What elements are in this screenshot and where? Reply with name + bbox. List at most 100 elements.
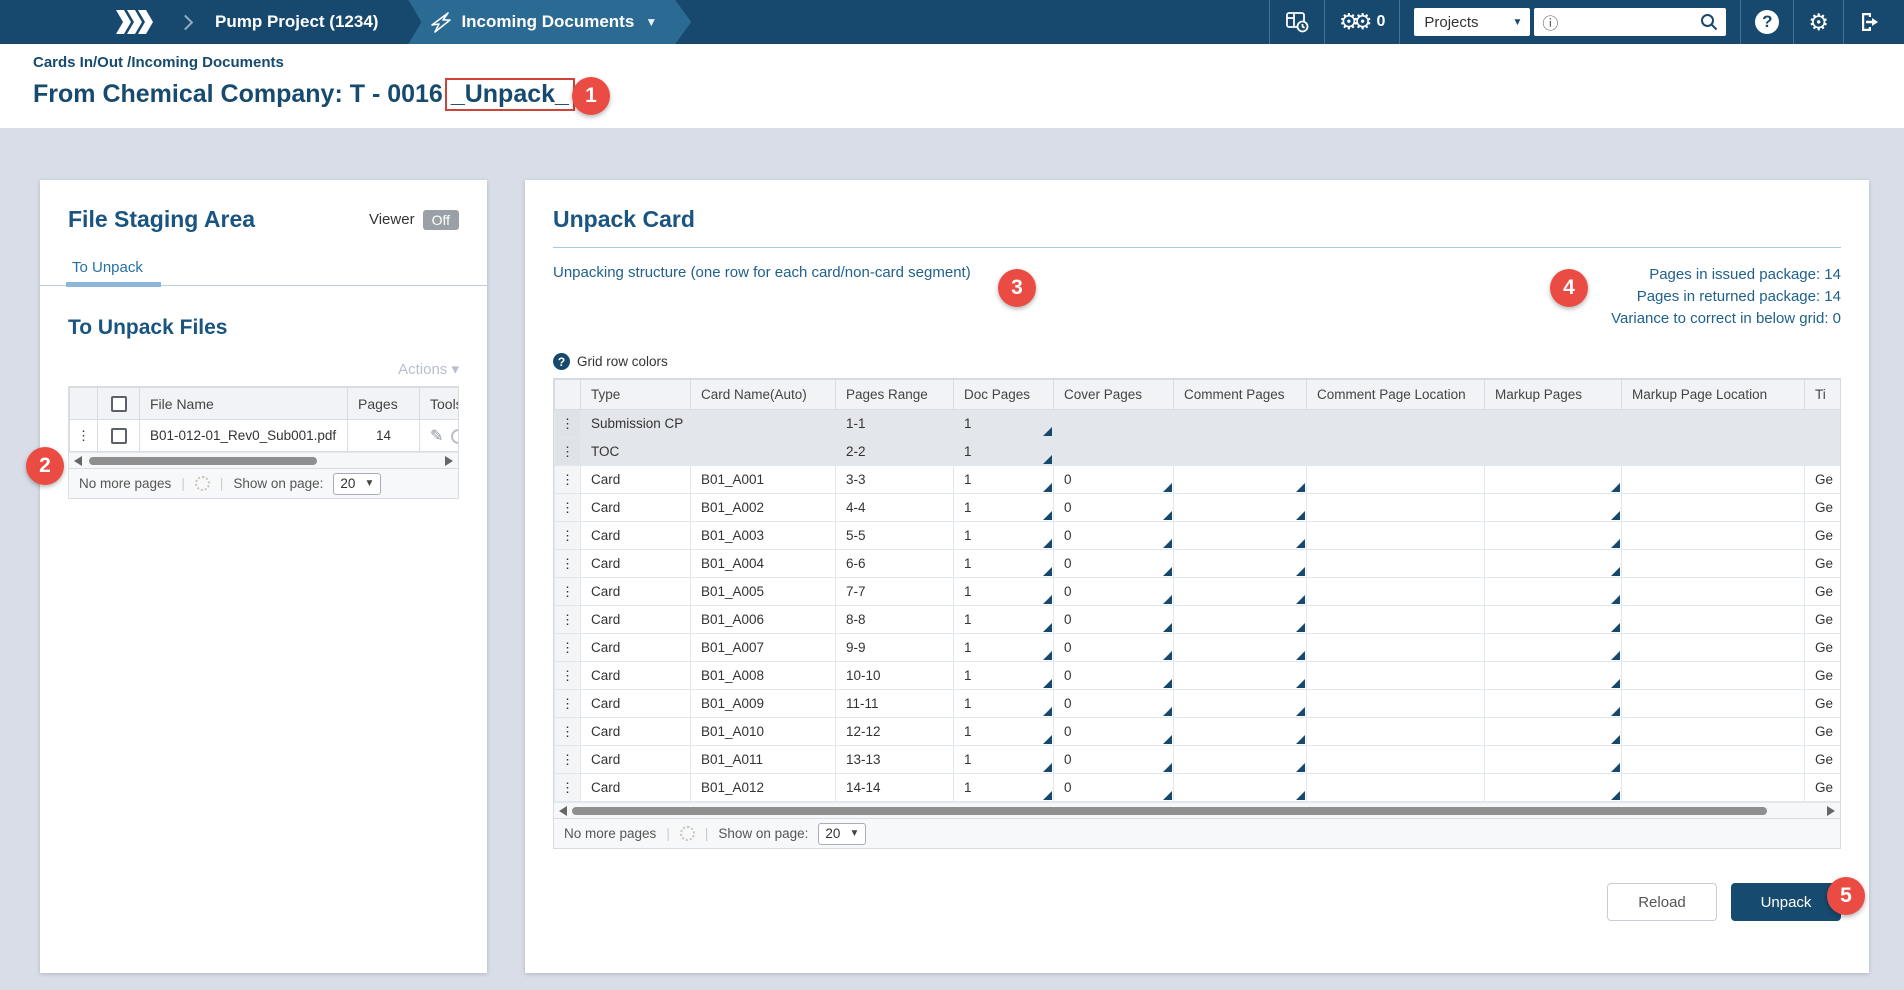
row-menu-icon[interactable]: ⋮ [69, 419, 98, 452]
grid-cell-cover_pages[interactable]: 0 [1053, 745, 1174, 775]
grid-cell-comment_pages[interactable] [1173, 745, 1307, 775]
grid-cell-doc_pages[interactable]: 1 [953, 717, 1054, 747]
grid-cell-cover_pages[interactable]: 0 [1053, 633, 1174, 663]
grid-cell-markup_pages[interactable] [1484, 717, 1622, 747]
grid-cell-comment_pages[interactable] [1173, 605, 1307, 635]
breadcrumb[interactable]: Cards In/Out /Incoming Documents [33, 54, 1904, 71]
tool-icon-clipped[interactable] [451, 429, 458, 445]
grid-cell-markup_pages[interactable] [1484, 521, 1622, 551]
search-input[interactable] [1562, 13, 1701, 31]
sign-out-icon[interactable] [1858, 10, 1882, 34]
grid-cell-doc_pages[interactable]: 1 [953, 409, 1054, 439]
tab-to-unpack[interactable]: To Unpack [66, 259, 161, 287]
row-menu-icon[interactable]: ⋮ [554, 773, 581, 803]
grid-cell-doc_pages[interactable]: 1 [953, 437, 1054, 467]
grid-cell-doc_pages[interactable]: 1 [953, 661, 1054, 691]
row-checkbox[interactable] [110, 427, 127, 444]
row-menu-icon[interactable]: ⋮ [554, 633, 581, 663]
viewer-toggle[interactable]: Off [422, 209, 459, 230]
file-name-cell[interactable]: B01-012-01_Rev0_Sub001.pdf [139, 419, 348, 452]
grid-cell-comment_pages[interactable] [1173, 493, 1307, 523]
grid-cell-doc_pages[interactable]: 1 [953, 493, 1054, 523]
grid-cell-cover_pages[interactable]: 0 [1053, 465, 1174, 495]
workflows-gears-icon[interactable]: ⚙︎⚙︎ [1339, 9, 1373, 35]
grid-cell-doc_pages[interactable]: 1 [953, 605, 1054, 635]
row-menu-icon[interactable]: ⋮ [554, 437, 581, 467]
row-menu-icon[interactable]: ⋮ [554, 493, 581, 523]
grid-cell-comment_pages[interactable] [1173, 773, 1307, 803]
row-menu-icon[interactable]: ⋮ [554, 409, 581, 439]
row-menu-icon[interactable]: ⋮ [554, 521, 581, 551]
actions-dropdown[interactable]: Actions ▾ [68, 360, 459, 378]
row-menu-icon[interactable]: ⋮ [554, 717, 581, 747]
grid-cell-cover_pages[interactable]: 0 [1053, 773, 1174, 803]
grid-cell-doc_pages[interactable]: 1 [953, 521, 1054, 551]
scrollbar-thumb[interactable] [572, 807, 1767, 816]
grid-cell-doc_pages[interactable]: 1 [953, 633, 1054, 663]
grid-cell-cover_pages[interactable]: 0 [1053, 717, 1174, 747]
grid-cell-cover_pages[interactable]: 0 [1053, 689, 1174, 719]
grid-cell-cover_pages[interactable]: 0 [1053, 549, 1174, 579]
grid-cell-cover_pages[interactable]: 0 [1053, 521, 1174, 551]
grid-cell-doc_pages[interactable]: 1 [953, 773, 1054, 803]
row-menu-icon[interactable]: ⋮ [554, 549, 581, 579]
grid-cell-markup_pages[interactable] [1484, 745, 1622, 775]
grid-cell-markup_pages[interactable] [1484, 549, 1622, 579]
grid-colors-help-icon[interactable]: ? [553, 353, 570, 371]
row-menu-icon[interactable]: ⋮ [554, 465, 581, 495]
app-logo[interactable] [0, 0, 180, 44]
grid-cell-markup_pages[interactable] [1484, 465, 1622, 495]
grid-cell-comment_pages[interactable] [1173, 577, 1307, 607]
grid-cell-comment_pages[interactable] [1173, 521, 1307, 551]
recent-activity-icon[interactable] [1284, 9, 1310, 35]
grid-cell-doc_pages[interactable]: 1 [953, 745, 1054, 775]
grid-cell-cover_pages[interactable]: 0 [1053, 577, 1174, 607]
grid-cell-markup_pages[interactable] [1484, 633, 1622, 663]
reload-button[interactable]: Reload [1607, 883, 1717, 922]
grid-cell-comment_pages[interactable] [1173, 717, 1307, 747]
row-menu-icon[interactable]: ⋮ [554, 745, 581, 775]
scrollbar-thumb[interactable] [89, 457, 317, 465]
settings-gear-icon[interactable]: ⚙︎ [1808, 9, 1829, 36]
row-menu-icon[interactable]: ⋮ [554, 605, 581, 635]
grid-cell-pages_range: 13-13 [835, 745, 954, 775]
grid-cell-doc_pages[interactable]: 1 [953, 577, 1054, 607]
search-icon[interactable] [1700, 13, 1718, 31]
row-menu-icon[interactable]: ⋮ [554, 689, 581, 719]
grid-cell-cover_pages[interactable]: 0 [1053, 493, 1174, 523]
info-icon[interactable]: ⓘ [1542, 10, 1558, 34]
select-all-checkbox[interactable] [110, 396, 127, 413]
grid-cell-doc_pages[interactable]: 1 [953, 689, 1054, 719]
grid-cell-doc_pages[interactable]: 1 [953, 465, 1054, 495]
grid-cell-doc_pages[interactable]: 1 [953, 549, 1054, 579]
row-menu-icon[interactable]: ⋮ [554, 661, 581, 691]
grid-cell-markup_pages[interactable] [1484, 661, 1622, 691]
grid-cell-comment_pages[interactable] [1173, 549, 1307, 579]
grid-cell-comment_pages[interactable] [1173, 661, 1307, 691]
edit-pencil-icon[interactable]: ✎ [430, 428, 443, 445]
grid-cell-markup_page_location [1621, 717, 1805, 747]
grid-cell-markup_pages[interactable] [1484, 493, 1622, 523]
scroll-right-arrow-icon[interactable] [1827, 806, 1835, 817]
scroll-left-arrow-icon[interactable] [559, 806, 567, 817]
project-tab[interactable]: Pump Project (1234) [197, 0, 408, 44]
grid-cell-markup_pages[interactable] [1484, 577, 1622, 607]
grid-cell-comment_pages[interactable] [1173, 689, 1307, 719]
grid-cell-comment_pages[interactable] [1173, 465, 1307, 495]
module-tab-incoming-documents[interactable]: Incoming Documents ▼ [408, 0, 691, 44]
scroll-left-arrow-icon[interactable] [74, 456, 82, 466]
grid-row: ⋮ Submission CP 1-1 1 [554, 409, 1840, 439]
scope-select[interactable]: Projects ▼ [1414, 8, 1531, 36]
grid-cell-cover_pages[interactable]: 0 [1053, 661, 1174, 691]
scroll-right-arrow-icon[interactable] [445, 456, 453, 466]
grid-cell-markup_pages[interactable] [1484, 773, 1622, 803]
grid-cell-markup_pages[interactable] [1484, 605, 1622, 635]
grid-cell-cover_pages[interactable]: 0 [1053, 605, 1174, 635]
grid-cell-comment_pages[interactable] [1173, 633, 1307, 663]
page-size-select[interactable]: 20 ▼ [333, 472, 382, 495]
row-menu-icon[interactable]: ⋮ [554, 577, 581, 607]
help-icon[interactable]: ? [1755, 10, 1780, 34]
unpack-button[interactable]: Unpack [1731, 883, 1841, 922]
page-size-select[interactable]: 20 ▼ [818, 822, 867, 845]
grid-cell-markup_pages[interactable] [1484, 689, 1622, 719]
